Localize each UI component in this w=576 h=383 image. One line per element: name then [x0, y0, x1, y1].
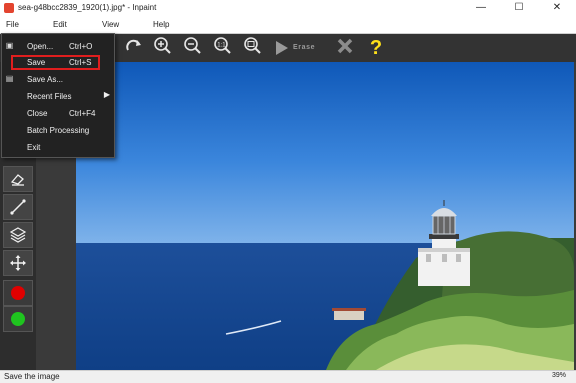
eraser-icon[interactable]: [3, 166, 33, 192]
line-tool-icon[interactable]: [3, 194, 33, 220]
window-title: sea-g48bcc2839_1920(1).jpg* - Inpaint: [18, 3, 157, 12]
erase-run-icon: [276, 41, 288, 55]
minimize-button[interactable]: —: [462, 0, 500, 17]
zoom-out-icon[interactable]: [181, 36, 205, 60]
submenu-arrow-icon: ▶: [103, 90, 110, 99]
cancel-icon[interactable]: [333, 36, 357, 60]
menu-file[interactable]: File: [6, 20, 19, 29]
menu-item-label: Batch Processing: [27, 126, 90, 135]
red-color-swatch[interactable]: [3, 280, 33, 306]
menu-help[interactable]: Help: [153, 20, 169, 29]
erase-label: Erase: [293, 44, 316, 51]
menu-item-label: Exit: [27, 143, 41, 152]
move-icon[interactable]: [3, 250, 33, 276]
menu-edit[interactable]: Edit: [53, 20, 67, 29]
actual-size-icon[interactable]: 1:1: [211, 36, 235, 60]
close-button[interactable]: ✕: [538, 0, 576, 17]
file-menu: ▣ Open... Ctrl+O Save Ctrl+S ▤ Save As..…: [1, 33, 115, 158]
green-color-swatch[interactable]: [3, 306, 33, 332]
menu-item-save[interactable]: Save Ctrl+S: [11, 55, 100, 70]
menu-item-label: Open...: [27, 42, 54, 51]
save-disk-icon: ▤: [5, 74, 14, 83]
menu-bar: File Edit View Help: [0, 17, 576, 34]
redo-icon[interactable]: [122, 36, 146, 60]
seascape-photo: [76, 62, 574, 370]
help-icon[interactable]: ?: [364, 36, 388, 60]
status-bar: Save the image 39%: [0, 370, 576, 383]
menu-item-shortcut: Ctrl+S: [69, 58, 92, 67]
status-message: Save the image: [4, 372, 60, 381]
open-folder-icon: ▣: [5, 41, 14, 50]
app-icon: [4, 3, 14, 13]
menu-item-label: Close: [27, 109, 48, 118]
menu-item-label: Save: [27, 58, 46, 67]
erase-button[interactable]: Erase: [272, 38, 322, 58]
image-preview[interactable]: [76, 62, 574, 370]
menu-item-exit[interactable]: Exit: [2, 140, 114, 155]
menu-item-save-as[interactable]: ▤ Save As...: [2, 72, 114, 87]
menu-item-recent-files[interactable]: Recent Files ▶: [2, 89, 114, 104]
canvas-area[interactable]: [36, 62, 576, 370]
layers-icon[interactable]: [3, 222, 33, 248]
zoom-in-icon[interactable]: [151, 36, 175, 60]
maximize-button[interactable]: ☐: [500, 0, 538, 17]
menu-item-label: Save As...: [27, 75, 64, 84]
menu-view[interactable]: View: [102, 20, 119, 29]
menu-item-batch-processing[interactable]: Batch Processing: [2, 123, 114, 138]
svg-text:1:1: 1:1: [217, 43, 226, 49]
menu-item-label: Recent Files: [27, 92, 72, 101]
menu-item-shortcut: Ctrl+F4: [69, 109, 96, 118]
menu-item-shortcut: Ctrl+O: [69, 42, 93, 51]
title-bar: sea-g48bcc2839_1920(1).jpg* - Inpaint — …: [0, 0, 576, 17]
menu-item-close[interactable]: Close Ctrl+F4: [2, 106, 114, 121]
menu-item-open[interactable]: ▣ Open... Ctrl+O: [2, 39, 114, 54]
fit-window-icon[interactable]: [241, 36, 265, 60]
zoom-level: 39%: [551, 372, 566, 379]
